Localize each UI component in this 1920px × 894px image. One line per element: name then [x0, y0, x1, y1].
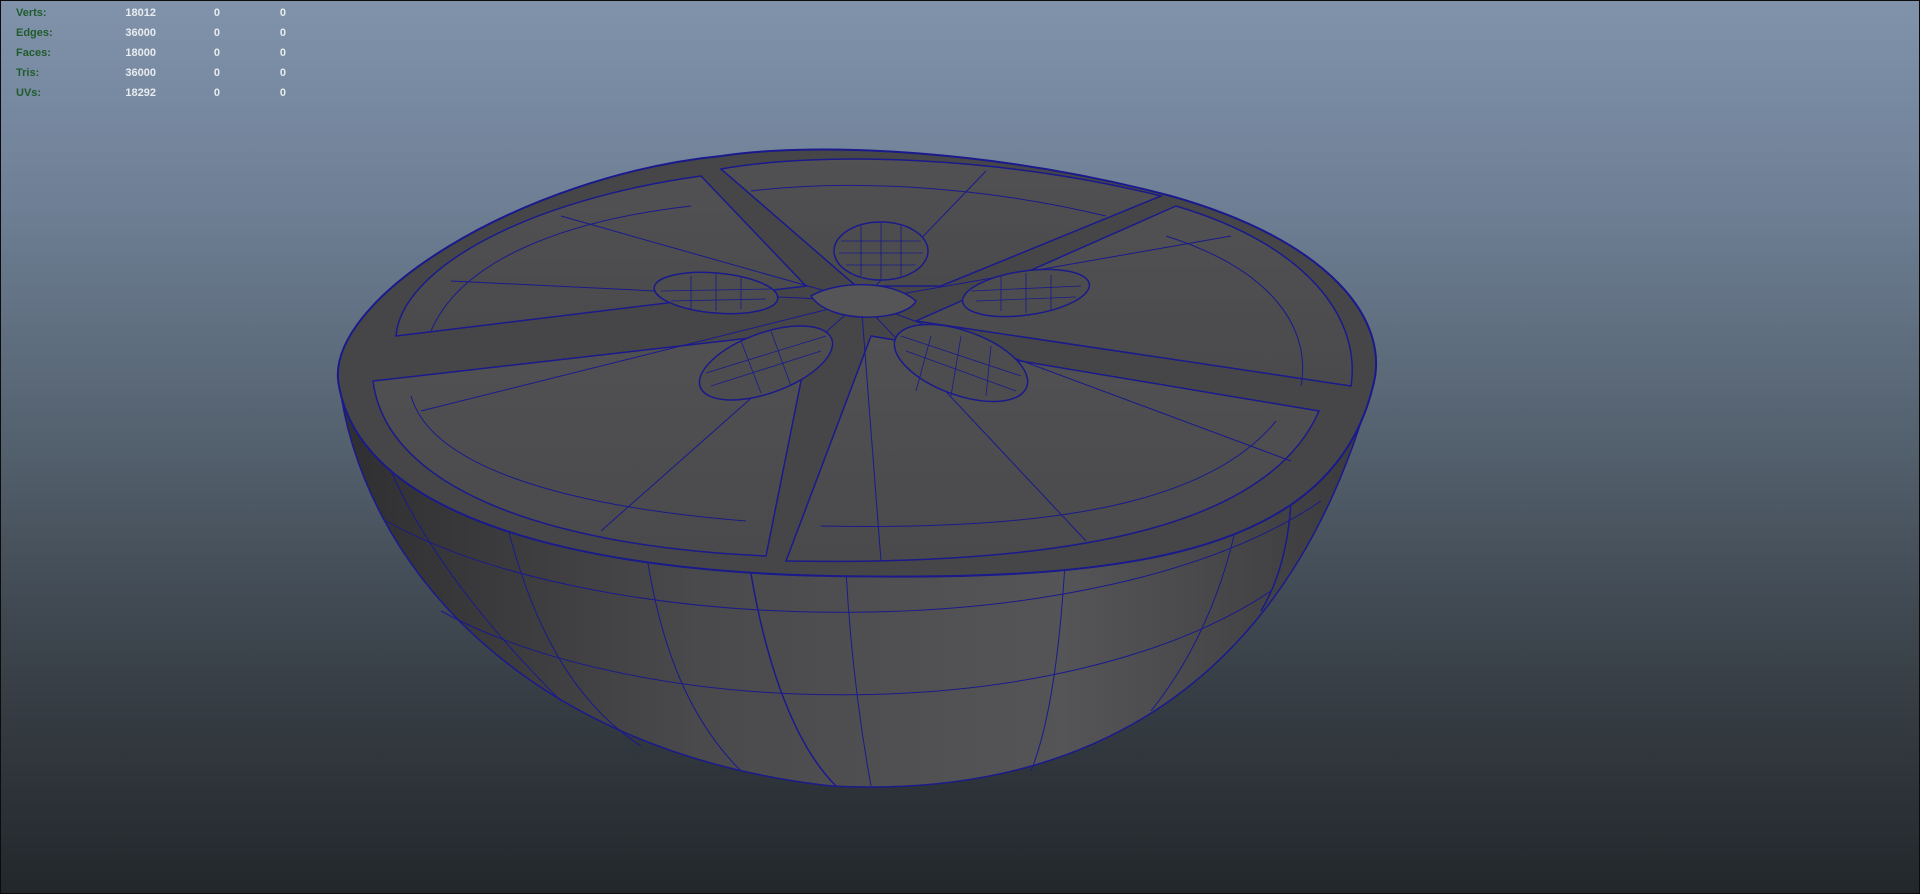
- 3d-viewport[interactable]: Verts: 18012 0 0 Edges: 36000 0 0 Faces:…: [0, 0, 1920, 894]
- orange-half-mesh[interactable]: [1, 1, 1919, 893]
